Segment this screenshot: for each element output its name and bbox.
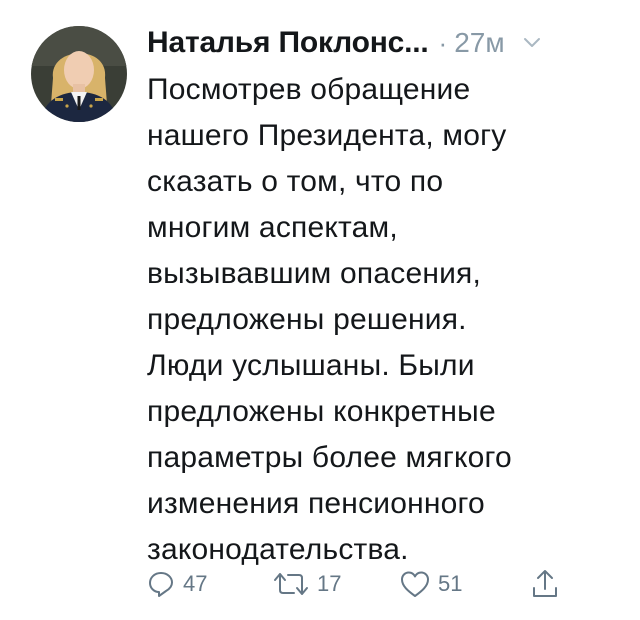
chevron-down-icon[interactable] (523, 37, 541, 49)
like-button[interactable]: 51 (399, 568, 462, 600)
tweet-text-line: предложены конкретные (147, 395, 496, 428)
share-icon (533, 570, 557, 597)
tweet-text-line: сказать о том, что по (147, 165, 444, 198)
reply-icon (149, 572, 173, 597)
retweet-button[interactable]: 17 (272, 568, 341, 600)
avatar[interactable] (31, 26, 127, 122)
reply-count: 47 (183, 571, 208, 596)
tweet-text-line: параметры более мягкого (147, 441, 512, 474)
tweet-card: Наталья Поклонс... · 27м Посмотрев обращ… (0, 0, 640, 620)
heart-icon (401, 571, 429, 597)
tweet-text-line: Посмотрев обращение (147, 73, 471, 106)
tweet-text-line: Люди услышаны. Были (147, 349, 475, 382)
tweet-header: Наталья Поклонс... · 27м (147, 23, 617, 63)
tweet-timestamp[interactable]: 27м (454, 27, 504, 59)
author-name[interactable]: Наталья Поклонс... (147, 26, 429, 60)
avatar-photo (31, 26, 127, 122)
tweet-text-line: предложены решения. (147, 303, 467, 336)
tweet-text: Посмотрев обращение нашего Президента, м… (147, 67, 617, 573)
tweet-text-line: нашего Президента, могу (147, 119, 507, 152)
retweet-icon (274, 573, 308, 595)
reply-button[interactable]: 47 (146, 568, 207, 600)
share-button[interactable] (530, 568, 560, 600)
tweet-text-line: законодательства. (147, 533, 409, 566)
separator-dot: · (438, 27, 448, 58)
tweet-text-line: изменения пенсионного (147, 487, 485, 520)
tweet-text-line: многим аспектам, (147, 211, 398, 244)
like-count: 51 (438, 571, 463, 596)
tweet-text-line: вызывавшим опасения, (147, 257, 482, 290)
retweet-count: 17 (317, 571, 342, 596)
